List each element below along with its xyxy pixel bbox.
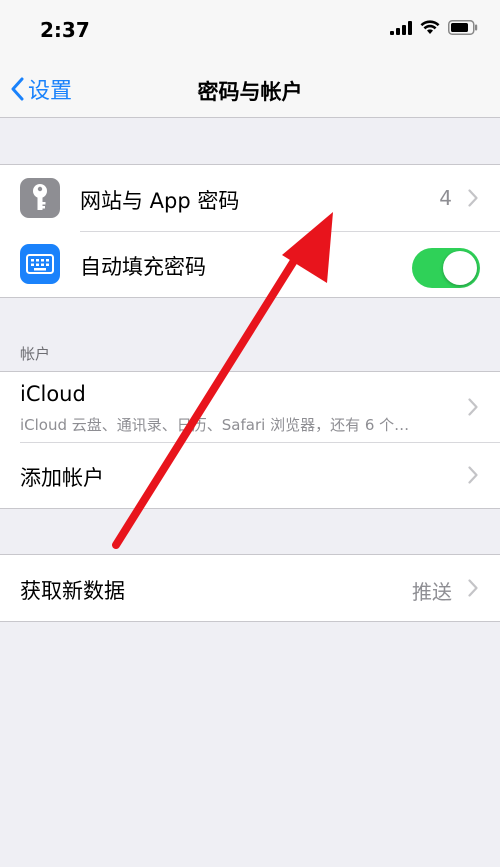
website-app-passwords-label: 网站与 App 密码 (80, 189, 240, 213)
chevron-right-icon (468, 189, 478, 207)
status-time: 2:37 (40, 18, 90, 42)
icloud-title: iCloud (20, 382, 86, 406)
page-title: 密码与帐户 (197, 80, 303, 104)
chevron-right-icon (468, 466, 478, 484)
battery-icon (448, 20, 478, 35)
cellular-signal-icon (390, 20, 412, 35)
autofill-passwords-toggle[interactable] (412, 248, 480, 288)
icloud-subtitle: iCloud 云盘、通讯录、日历、Safari 浏览器，还有 6 个… (20, 416, 410, 434)
add-account-row[interactable]: 添加帐户 (0, 442, 500, 508)
keyboard-icon (20, 244, 60, 284)
toggle-knob (443, 251, 477, 285)
status-icons (390, 20, 478, 35)
autofill-passwords-label: 自动填充密码 (80, 255, 206, 279)
fetch-mode-value: 推送 (412, 580, 452, 604)
wifi-icon (420, 20, 440, 34)
website-app-passwords-row[interactable]: 网站与 App 密码 4 (0, 165, 500, 231)
fetch-new-data-row[interactable]: 获取新数据 推送 (0, 555, 500, 621)
accounts-group: iCloud iCloud 云盘、通讯录、日历、Safari 浏览器，还有 6 … (0, 371, 500, 509)
add-account-label: 添加帐户 (20, 466, 104, 490)
fetch-new-data-label: 获取新数据 (20, 579, 125, 603)
navigation-bar: 设置 密码与帐户 (0, 60, 500, 118)
password-count: 4 (439, 186, 452, 210)
chevron-right-icon (468, 398, 478, 416)
icloud-account-row[interactable]: iCloud iCloud 云盘、通讯录、日历、Safari 浏览器，还有 6 … (0, 372, 500, 442)
chevron-right-icon (468, 579, 478, 597)
fetch-group: 获取新数据 推送 (0, 554, 500, 622)
passwords-group: 网站与 App 密码 4 自动填充密码 (0, 164, 500, 298)
key-icon (20, 178, 60, 218)
autofill-passwords-row: 自动填充密码 (0, 231, 500, 297)
accounts-section-header: 帐户 (20, 345, 51, 363)
status-bar: 2:37 (0, 0, 500, 60)
